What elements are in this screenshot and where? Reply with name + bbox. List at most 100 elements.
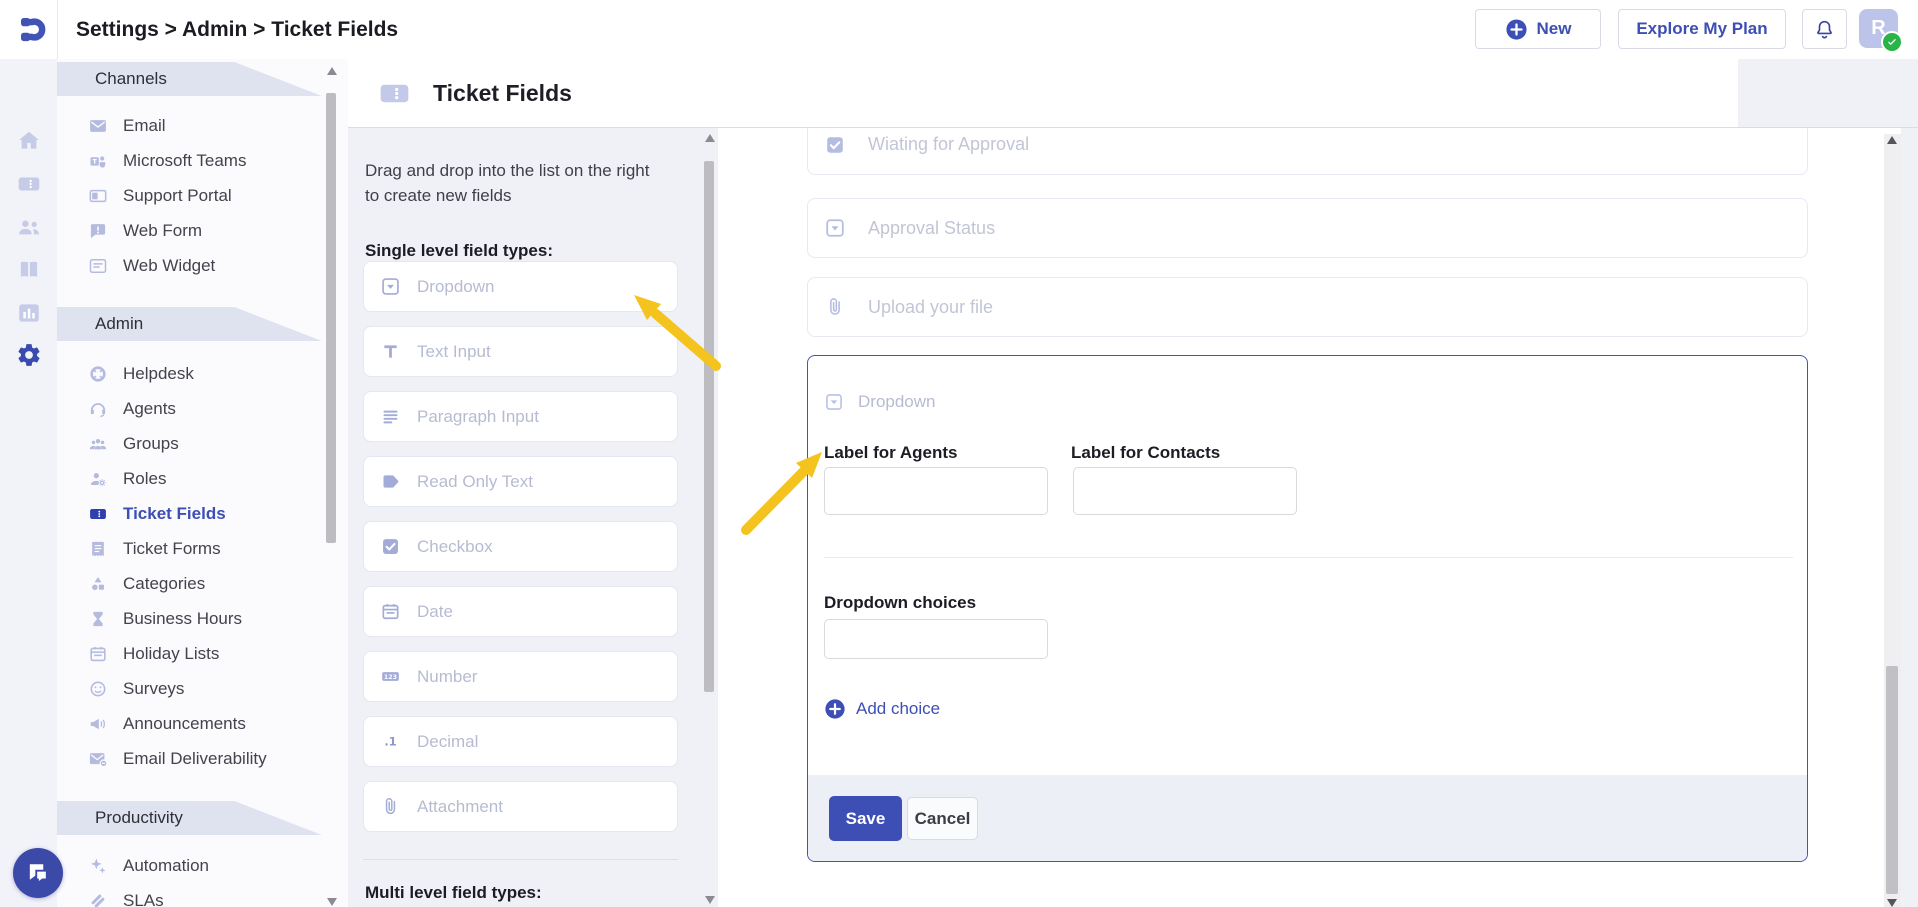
palette-scrollbar[interactable] <box>703 134 716 907</box>
sidebar-item-label: Helpdesk <box>123 363 194 383</box>
palette-hint-text: Drag and drop into the list on the right… <box>365 161 650 205</box>
megaphone-icon <box>88 714 108 734</box>
palette-card-text-input[interactable]: Text Input <box>363 326 678 377</box>
explore-my-plan-button[interactable]: Explore My Plan <box>1618 9 1786 49</box>
checkbox-icon <box>824 134 846 156</box>
paperclip-icon <box>380 796 401 817</box>
decimal-icon <box>380 731 401 752</box>
reports-icon[interactable] <box>16 300 42 326</box>
form-icon <box>88 539 108 559</box>
notifications-button[interactable] <box>1802 9 1847 49</box>
sidebar-item-automation[interactable]: Automation <box>57 848 348 883</box>
sidebar-item-web-form[interactable]: Web Form <box>57 213 348 248</box>
palette-card-read-only-text[interactable]: Read Only Text <box>363 456 678 507</box>
smiley-icon <box>88 679 108 699</box>
sidebar-item-label: Announcements <box>123 713 246 733</box>
section-header-channels: Channels <box>57 62 322 96</box>
scrollbar-thumb[interactable] <box>1886 666 1898 894</box>
scroll-up-arrow[interactable] <box>705 134 715 142</box>
scroll-down-arrow[interactable] <box>705 896 715 904</box>
scrollbar-thumb[interactable] <box>704 161 714 692</box>
ticket-fields-icon <box>377 76 412 111</box>
user-avatar[interactable]: R <box>1859 9 1903 53</box>
productivity-list: Automation SLAs <box>57 848 348 907</box>
palette-card-label: Read Only Text <box>417 471 533 491</box>
dropdown-choice-input[interactable] <box>824 619 1048 659</box>
cancel-button[interactable]: Cancel <box>907 797 978 840</box>
sidebar-item-microsoft-teams[interactable]: Microsoft Teams <box>57 143 348 178</box>
add-choice-label: Add choice <box>856 699 941 718</box>
brand-logo[interactable] <box>15 11 52 48</box>
sidebar-item-categories[interactable]: Categories <box>57 566 348 601</box>
sidebar-item-email[interactable]: Email <box>57 108 348 143</box>
field-card-approval-status[interactable]: Approval Status <box>807 198 1808 258</box>
sidebar-item-ticket-forms[interactable]: Ticket Forms <box>57 531 348 566</box>
breadcrumb: Settings > Admin > Ticket Fields <box>76 18 399 41</box>
sidebar-item-agents[interactable]: Agents <box>57 391 348 426</box>
add-choice-button[interactable]: Add choice <box>824 698 940 720</box>
scroll-down-arrow[interactable] <box>1887 899 1897 907</box>
bell-icon <box>1813 18 1836 41</box>
email-icon <box>88 116 108 136</box>
sidebar-item-label: Holiday Lists <box>123 643 220 663</box>
online-status-badge <box>1881 31 1903 53</box>
label-for-contacts: Label for Contacts <box>1071 443 1221 462</box>
sidebar-item-ticket-fields[interactable]: Ticket Fields <box>57 496 348 531</box>
sidebar-item-support-portal[interactable]: Support Portal <box>57 178 348 213</box>
palette-card-decimal[interactable]: Decimal <box>363 716 678 767</box>
main-scrollbar[interactable] <box>1884 134 1901 907</box>
dropdown-icon <box>824 217 846 239</box>
field-card-waiting-for-approval[interactable]: Wiating for Approval <box>807 128 1808 175</box>
page-header: Ticket Fields <box>348 59 1918 128</box>
sidebar-item-slas[interactable]: SLAs <box>57 883 348 907</box>
palette-card-checkbox[interactable]: Checkbox <box>363 521 678 572</box>
sidebar-item-label: Support Portal <box>123 185 232 205</box>
sidebar-item-label: Email <box>123 115 166 135</box>
help-chat-fab[interactable] <box>13 848 63 898</box>
field-card-upload-your-file[interactable]: Upload your file <box>807 277 1808 337</box>
text-input-icon <box>380 341 401 362</box>
scroll-up-arrow[interactable] <box>1887 136 1897 144</box>
sidebar-item-groups[interactable]: Groups <box>57 426 348 461</box>
ticket-icon <box>88 504 108 524</box>
number-123-icon <box>380 666 401 687</box>
sidebar-item-business-hours[interactable]: Business Hours <box>57 601 348 636</box>
sidebar-item-roles[interactable]: Roles <box>57 461 348 496</box>
home-icon[interactable] <box>16 128 42 154</box>
palette-card-label: Attachment <box>417 796 503 816</box>
knowledge-base-icon[interactable] <box>16 257 42 283</box>
settings-icon[interactable] <box>16 342 42 368</box>
palette-card-number[interactable]: Number <box>363 651 678 702</box>
scroll-up-arrow[interactable] <box>327 67 337 75</box>
sidebar-item-helpdesk[interactable]: Helpdesk <box>57 356 348 391</box>
sidebar-scrollbar[interactable] <box>325 67 338 907</box>
scrollbar-thumb[interactable] <box>326 93 336 543</box>
sidebar-item-web-widget[interactable]: Web Widget <box>57 248 348 283</box>
multi-level-title: Multi level field types: <box>365 883 542 902</box>
header-background-corner <box>1738 59 1918 127</box>
sidebar-item-surveys[interactable]: Surveys <box>57 671 348 706</box>
new-button[interactable]: New <box>1475 9 1601 49</box>
tickets-icon[interactable] <box>16 171 42 197</box>
save-button[interactable]: Save <box>829 796 902 841</box>
sidebar-item-label: Groups <box>123 433 179 453</box>
palette-card-attachment[interactable]: Attachment <box>363 781 678 832</box>
agents-label-input[interactable] <box>824 467 1048 515</box>
dropdown-field-editor: Dropdown Label for Agents Label for Cont… <box>807 355 1808 862</box>
dropdown-icon <box>824 392 844 412</box>
groups-icon <box>88 434 108 454</box>
palette-card-label: Text Input <box>417 341 491 361</box>
section-header-productivity: Productivity <box>57 801 322 835</box>
palette-card-paragraph-input[interactable]: Paragraph Input <box>363 391 678 442</box>
sidebar-item-holiday-lists[interactable]: Holiday Lists <box>57 636 348 671</box>
scroll-down-arrow[interactable] <box>327 898 337 906</box>
contacts-icon[interactable] <box>16 214 42 240</box>
palette-card-date[interactable]: Date <box>363 586 678 637</box>
palette-card-dropdown[interactable]: Dropdown <box>363 261 678 312</box>
contacts-label-input[interactable] <box>1073 467 1297 515</box>
dropdown-icon <box>380 276 401 297</box>
sidebar-item-announcements[interactable]: Announcements <box>57 706 348 741</box>
sidebar-item-email-deliverability[interactable]: Email Deliverability <box>57 741 348 776</box>
sidebar-item-label: SLAs <box>123 890 164 907</box>
palette-card-label: Paragraph Input <box>417 406 539 426</box>
